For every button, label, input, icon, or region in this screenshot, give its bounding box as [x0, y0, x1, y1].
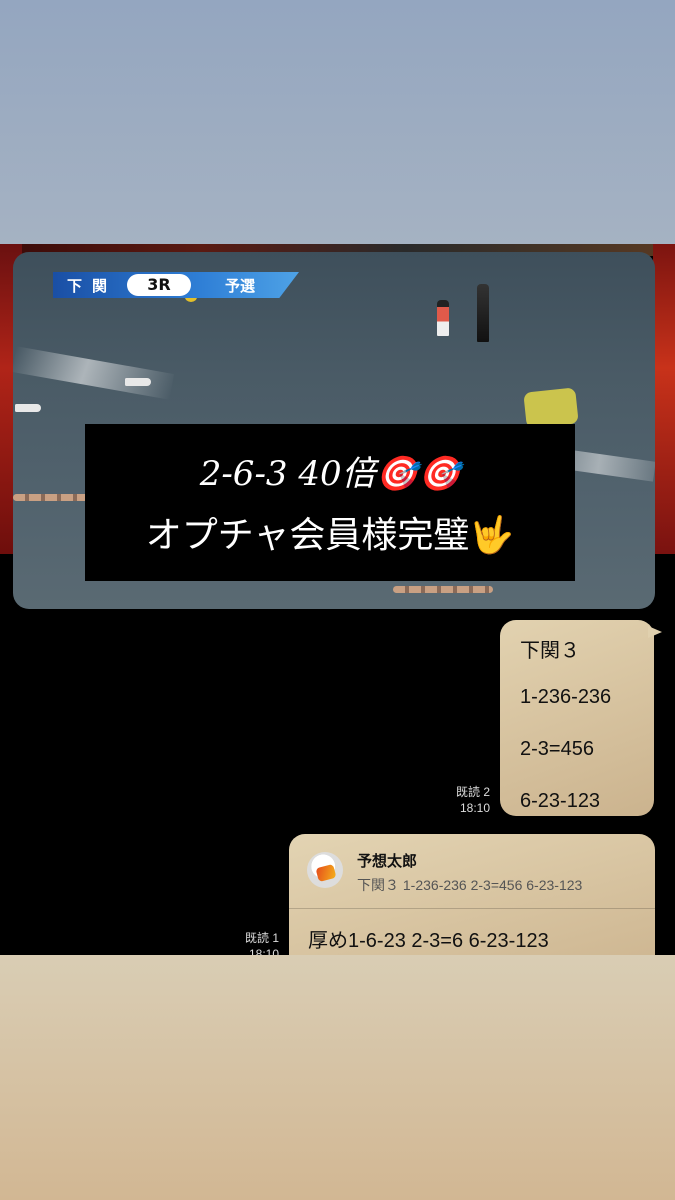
boat: [15, 404, 41, 412]
quoted-text: 下関３ 1-236-236 2-3=456 6-23-123: [357, 877, 583, 893]
float-line: [13, 494, 93, 501]
bubble-tail: [648, 626, 662, 638]
race-info-banner: 下関 3R 予選: [53, 272, 299, 298]
caption-line-1: 2-6-3 40倍🎯🎯: [199, 454, 461, 494]
quoted-message[interactable]: 予想太郎 下関３ 1-236-236 2-3=456 6-23-123: [289, 834, 655, 909]
message-time: 18:10: [248, 947, 279, 955]
caption-overlay: 2-6-3 40倍🎯🎯 オプチャ会員様完璧🤟: [85, 424, 575, 581]
avatar: [307, 852, 343, 888]
message-time: 18:10: [459, 801, 490, 815]
boat: [125, 378, 151, 386]
message-meta: 既読 1 18:10: [229, 930, 279, 955]
read-receipt: 既読 2: [455, 785, 490, 799]
reply-text: 厚め1-6-23 2-3=6 6-23-123: [308, 930, 549, 952]
message-bubble[interactable]: 下関３ 1-236-236 2-3=456 6-23-123: [500, 620, 662, 816]
race-class-label: 予選: [225, 277, 256, 295]
read-receipt: 既読 1: [244, 931, 279, 945]
bottom-background: [0, 955, 675, 1200]
race-video-image[interactable]: 下関 3R 予選 2-6-3 40倍🎯🎯 オプチャ会員様完璧🤟: [13, 252, 655, 609]
venue-label: 下関: [67, 277, 118, 295]
reply-message-bubble[interactable]: 予想太郎 下関３ 1-236-236 2-3=456 6-23-123 厚め1-…: [289, 834, 655, 955]
buoy: [437, 300, 449, 336]
quoted-sender-name: 予想太郎: [357, 853, 418, 870]
background-right-edge: [653, 244, 675, 554]
message-meta: 既読 2 18:10: [440, 784, 490, 816]
race-number-badge: 3R: [127, 274, 191, 296]
top-background: [0, 0, 675, 244]
buoy: [477, 284, 489, 342]
message-line: 6-23-123: [520, 790, 601, 812]
boat-wake: [13, 346, 175, 400]
chat-screen: 下関 3R 予選 2-6-3 40倍🎯🎯 オプチャ会員様完璧🤟 既読 2 18:…: [0, 244, 675, 955]
message-line: 下関３: [520, 640, 580, 662]
avatar-logo-icon: [315, 863, 337, 883]
message-line: 1-236-236: [520, 686, 612, 708]
float-line: [393, 586, 493, 593]
caption-line-2: オプチャ会員様完璧🤟: [145, 515, 515, 556]
message-line: 2-3=456: [520, 738, 594, 760]
yellow-sign: [523, 387, 579, 429]
